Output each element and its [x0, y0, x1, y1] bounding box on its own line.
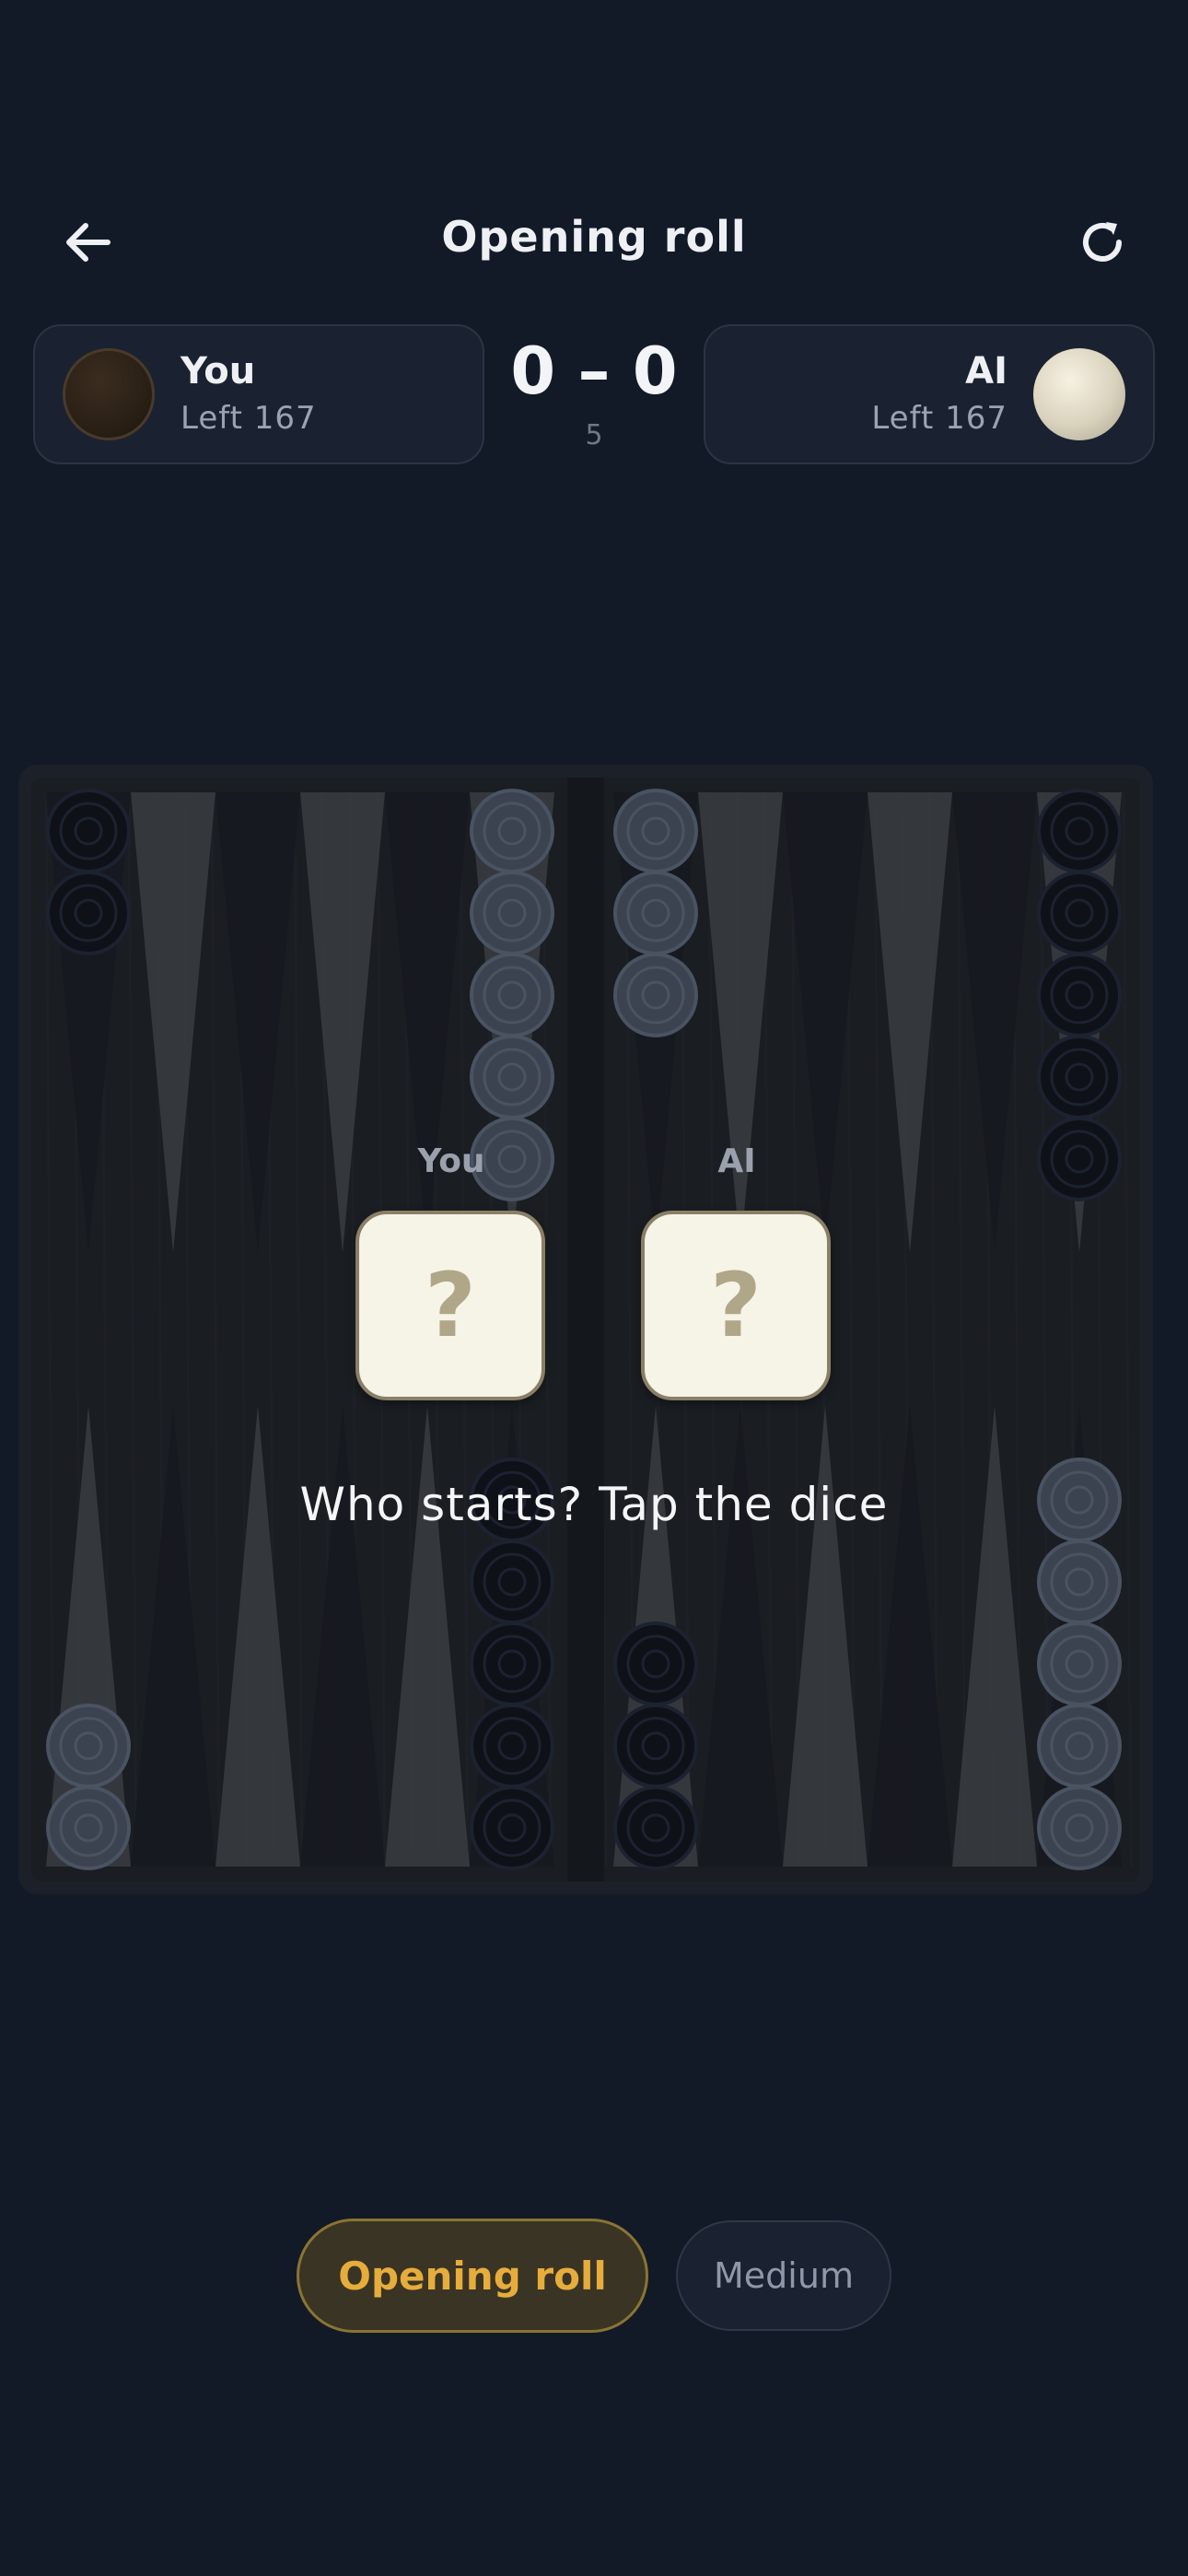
phase-pill[interactable]: Opening roll — [297, 2219, 648, 2333]
die-you[interactable]: ? — [355, 1211, 545, 1400]
match-score: 0 – 0 — [510, 334, 678, 409]
roll-prompt: Who starts? Tap the dice — [299, 1478, 889, 1531]
page-title: Opening roll — [441, 212, 747, 262]
player-avatar-ai — [1033, 348, 1125, 440]
backgammon-board[interactable] — [18, 765, 1153, 1894]
die-ai[interactable]: ? — [641, 1211, 831, 1400]
match-length: 5 — [585, 419, 603, 451]
refresh-icon — [1083, 222, 1122, 262]
player-name-you: You — [181, 350, 256, 392]
player-avatar-you — [63, 348, 155, 440]
player-name-ai: AI — [965, 350, 1007, 392]
dice-label-you: You — [417, 1142, 485, 1180]
difficulty-pill[interactable]: Medium — [676, 2220, 891, 2331]
restart-button[interactable] — [1056, 196, 1148, 288]
player-card-ai: AI Left 167 — [704, 324, 1155, 464]
pips-left-you: Left 167 — [181, 400, 317, 437]
dice-label-ai: AI — [717, 1142, 756, 1180]
player-card-you: You Left 167 — [33, 324, 484, 464]
board-bar — [567, 778, 604, 1881]
pips-left-ai: Left 167 — [871, 400, 1007, 437]
